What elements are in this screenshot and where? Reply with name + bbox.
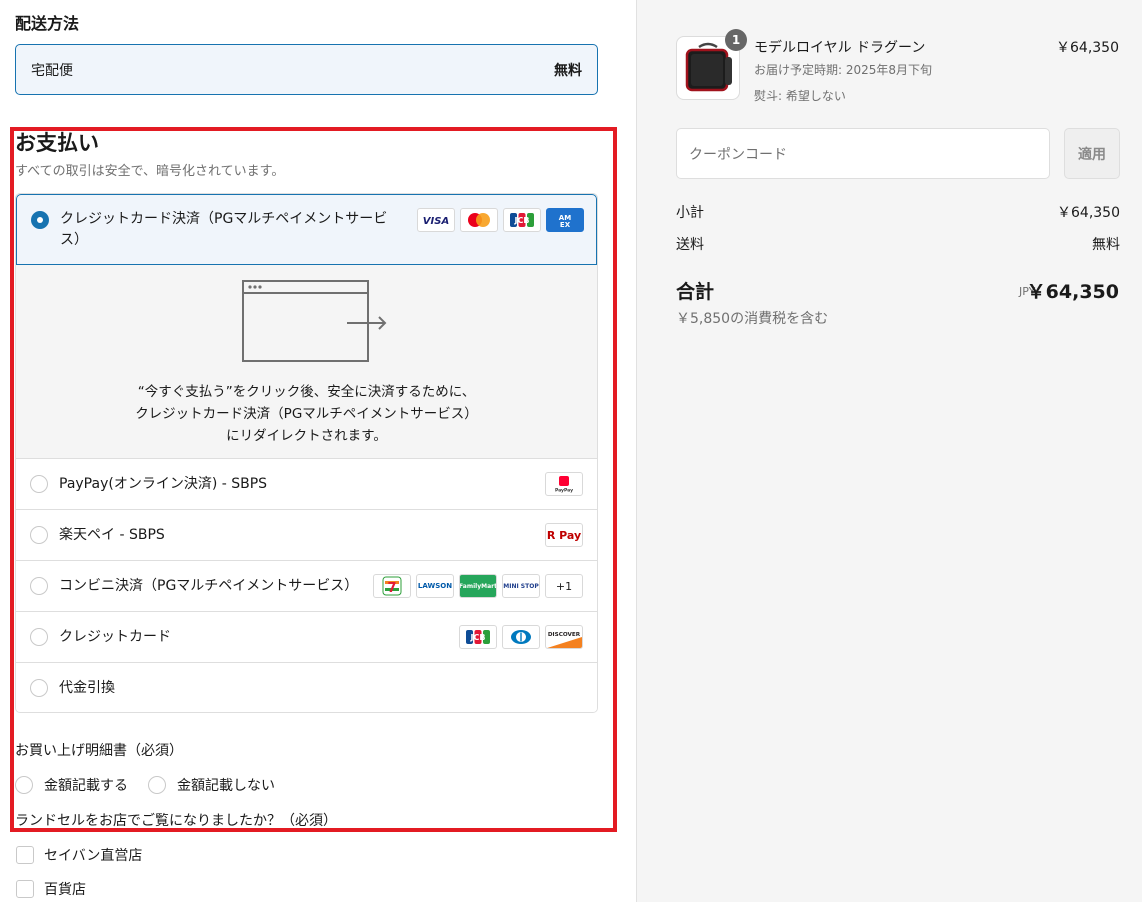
tax-note: ￥5,850の消費税を含む [676,311,829,327]
receipt-option-with-amount[interactable]: 金額記載する [15,775,128,795]
radio[interactable] [30,679,48,697]
checkout-main: 配送方法 宅配便 無料 お支払い すべての取引は安全で、暗号化されています。 ク… [0,0,636,902]
paypay-icon: PayPay [545,472,583,496]
total-label: 合計 [676,281,715,303]
shipping-method-label: 宅配便 [31,62,73,79]
store-option-label: 百貨店 [44,882,86,898]
radio[interactable] [30,475,48,493]
store-option-label: セイバン直営店 [44,848,143,864]
subtotal-row: 小計 ￥64,350 [676,202,1120,222]
payment-option-label: 代金引換 [59,680,115,696]
amex-icon: AM EX [546,208,584,232]
shipping-label: 送料 [676,237,704,253]
checkbox[interactable] [16,846,34,864]
rakuten-pay-icon: R Pay [545,523,583,547]
receipt-option-label: 金額記載する [44,778,128,794]
total-amount: ￥64,350 [1026,281,1119,303]
payment-options-list: クレジットカード決済（PGマルチペイメントサービ ス） VISA JCB AM E… [15,193,598,713]
svg-text:PayPay: PayPay [555,488,573,494]
order-summary: 1 モデルロイヤル ドラグーン お届け予定時期: 2025年8月下旬 熨斗: 希… [636,0,1142,902]
apply-coupon-button[interactable]: 適用 [1064,128,1120,179]
more-badge: +1 [545,574,583,598]
shipping-method-price: 無料 [554,62,582,79]
diners-icon [502,625,540,649]
familymart-icon: FamilyMart [459,574,497,598]
shipping-option-box[interactable]: 宅配便 無料 [15,44,598,95]
jcb-icon: JCB [459,625,497,649]
redirect-notice: “今すぐ支払う”をクリック後、安全に決済するために、 クレジットカード決済（PG… [16,265,597,459]
payment-option-cod[interactable]: 代金引換 [16,663,597,712]
svg-text:7: 7 [387,581,396,596]
payment-subtitle: すべての取引は安全で、暗号化されています。 [15,164,285,179]
redirect-text: “今すぐ支払う”をクリック後、安全に決済するために、 クレジットカード決済（PG… [135,384,478,444]
payment-option-credit-card[interactable]: クレジットカード JCB DISCOVER [16,612,597,663]
svg-text:JCB: JCB [470,633,486,642]
payment-option-paypay[interactable]: PayPay(オンライン決済) - SBPS PayPay [16,459,597,510]
subtotal-value: ￥64,350 [1057,205,1120,221]
checkbox[interactable] [16,880,34,898]
visa-icon: VISA [417,208,455,232]
shipping-method-title: 配送方法 [15,14,80,33]
product-delivery: お届け予定時期: 2025年8月下旬 [754,63,933,77]
payment-option-pg-credit[interactable]: クレジットカード決済（PGマルチペイメントサービ ス） VISA JCB AM E… [16,194,597,265]
lawson-icon: LAWSON [416,574,454,598]
subtotal-label: 小計 [676,205,704,221]
svg-text:EX: EX [560,221,571,229]
svg-text:JCB: JCB [514,216,530,225]
receipt-option-without-amount[interactable]: 金額記載しない [148,775,275,795]
shipping-row: 送料 無料 [676,234,1120,254]
store-question-label: ランドセルをお店でご覧になりましたか？（必須） [15,813,337,829]
payment-option-konbini[interactable]: コンビニ決済（PGマルチペイメントサービス） 7 LAWSON FamilyMa… [16,561,597,612]
seven-eleven-icon: 7 [373,574,411,598]
svg-text:DISCOVER: DISCOVER [548,632,581,638]
payment-option-label: クレジットカード [59,629,171,645]
product-name: モデルロイヤル ドラグーン [754,40,926,56]
ministop-icon: MINI STOP [502,574,540,598]
product-price: ￥64,350 [1056,40,1119,56]
jcb-icon: JCB [503,208,541,232]
payment-option-label: 楽天ペイ - SBPS [59,527,165,543]
svg-text:VISA: VISA [423,216,449,226]
shipping-value: 無料 [1092,237,1120,253]
store-option-department[interactable]: 百貨店 [16,879,86,899]
product-noshi: 熨斗: 希望しない [754,89,846,103]
coupon-input[interactable]: クーポンコード [676,128,1050,179]
payment-option-label: コンビニ決済（PGマルチペイメントサービス） [59,578,359,594]
quantity-badge: 1 [725,29,747,51]
radio[interactable] [30,526,48,544]
radio[interactable] [30,628,48,646]
payment-option-label: クレジットカード決済（PGマルチペイメントサービ ス） [60,211,388,248]
radio[interactable] [30,577,48,595]
radio[interactable] [148,776,166,794]
radio-selected[interactable] [31,211,49,229]
browser-redirect-icon [242,280,387,362]
receipt-label: お買い上げ明細書（必須） [15,743,183,759]
payment-option-label: PayPay(オンライン決済) - SBPS [59,476,268,492]
payment-option-rakuten-pay[interactable]: 楽天ペイ - SBPS R Pay [16,510,597,561]
discover-icon: DISCOVER [545,625,583,649]
receipt-option-label: 金額記載しない [177,778,275,794]
radio[interactable] [15,776,33,794]
payment-title: お支払い [15,131,99,155]
store-option-direct[interactable]: セイバン直営店 [16,845,142,865]
mastercard-icon [460,208,498,232]
